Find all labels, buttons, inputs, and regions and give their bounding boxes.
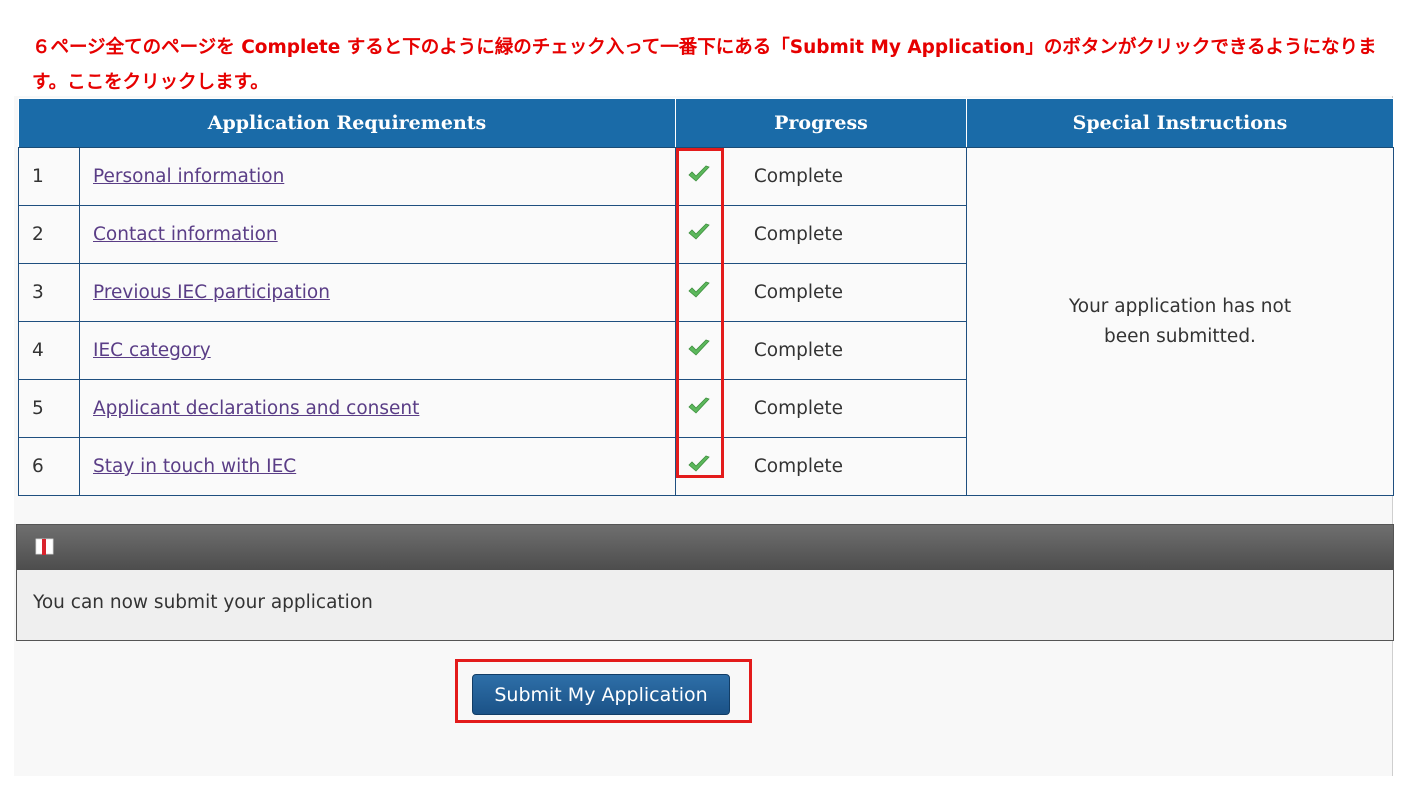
row-number: 1 (18, 147, 80, 206)
check-icon (688, 397, 714, 420)
header-progress: Progress (675, 98, 967, 148)
annotation-text: ６ページ全てのページを Complete すると下のように緑のチェック入って一番… (32, 37, 1377, 93)
requirement-link-stay-in-touch[interactable]: Stay in touch with IEC (93, 456, 296, 477)
check-icon (688, 281, 714, 304)
row-number: 6 (18, 437, 80, 496)
check-icon (688, 455, 714, 478)
progress-cell: Complete (675, 147, 967, 206)
requirement-cell: Stay in touch with IEC (79, 437, 676, 496)
row-number: 4 (18, 321, 80, 380)
row-number: 2 (18, 205, 80, 264)
requirement-cell: Applicant declarations and consent (79, 379, 676, 438)
status-text: Complete (753, 340, 844, 361)
progress-cell: Complete (675, 205, 967, 264)
row-number: 3 (18, 263, 80, 322)
check-icon (688, 339, 714, 362)
status-text: Complete (753, 398, 844, 419)
check-icon (688, 165, 714, 188)
special-instructions-cell: Your application has not been submitted. (966, 147, 1394, 496)
header-requirements: Application Requirements (18, 98, 676, 148)
notice-panel-header (17, 525, 1393, 570)
submit-application-button[interactable]: Submit My Application (472, 674, 730, 715)
check-icon (688, 223, 714, 246)
submit-highlight-box: Submit My Application (455, 659, 752, 723)
status-text: Complete (753, 282, 844, 303)
requirement-link-personal-information[interactable]: Personal information (93, 166, 284, 187)
progress-cell: Complete (675, 437, 967, 496)
progress-cell: Complete (675, 263, 967, 322)
status-text: Complete (753, 224, 844, 245)
requirement-cell: Previous IEC participation (79, 263, 676, 322)
progress-cell: Complete (675, 379, 967, 438)
notice-panel: You can now submit your application (16, 524, 1394, 641)
row-number: 5 (18, 379, 80, 438)
progress-cell: Complete (675, 321, 967, 380)
table-header-row: Application Requirements Progress Specia… (18, 98, 1394, 148)
book-icon (35, 538, 55, 556)
requirement-link-iec-category[interactable]: IEC category (93, 340, 211, 361)
status-text: Complete (753, 456, 844, 477)
header-special-instructions: Special Instructions (966, 98, 1394, 148)
requirement-link-contact-information[interactable]: Contact information (93, 224, 278, 245)
table-row: 1 Personal information Complete Your app… (18, 147, 1394, 496)
requirement-link-previous-iec-participation[interactable]: Previous IEC participation (93, 282, 330, 303)
notice-text: You can now submit your application (33, 592, 373, 613)
requirement-cell: Personal information (79, 147, 676, 206)
requirement-cell: Contact information (79, 205, 676, 264)
requirements-table: Application Requirements Progress Specia… (18, 98, 1394, 496)
special-instructions-text: Your application has not been submitted. (1068, 295, 1292, 347)
requirement-link-applicant-declarations[interactable]: Applicant declarations and consent (93, 398, 419, 419)
status-text: Complete (753, 166, 844, 187)
application-content: Application Requirements Progress Specia… (14, 96, 1394, 776)
requirement-cell: IEC category (79, 321, 676, 380)
